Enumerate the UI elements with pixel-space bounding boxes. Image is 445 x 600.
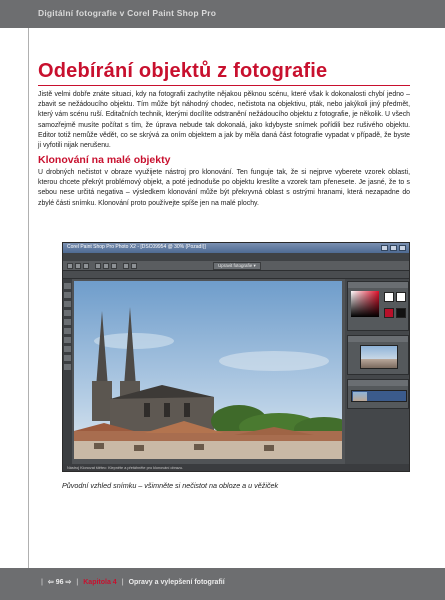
toolbar-icon bbox=[123, 263, 129, 269]
toolbar-icon bbox=[67, 263, 73, 269]
minimize-icon bbox=[381, 245, 388, 251]
app-side-panels bbox=[345, 279, 409, 465]
cathedral-photo bbox=[74, 281, 342, 459]
toolbar-icon bbox=[95, 263, 101, 269]
page-number: 96 bbox=[55, 579, 64, 586]
footer-bar: | ⇦ 96 ⇨ | Kapitola 4 | Opravy a vylepše… bbox=[41, 579, 225, 586]
tool-icon bbox=[64, 328, 71, 334]
overview-thumbnail bbox=[360, 345, 398, 369]
layers-panel bbox=[347, 379, 409, 409]
section-paragraph: U drobných nečistot v obraze využijete n… bbox=[38, 169, 410, 207]
materials-panel bbox=[347, 281, 409, 331]
tool-icon bbox=[64, 346, 71, 352]
app-menubar bbox=[63, 253, 409, 261]
close-icon bbox=[399, 245, 406, 251]
color-swatch bbox=[384, 308, 394, 318]
app-statusbar: Nástroj Klonovat štětec: Klepněte a přet… bbox=[63, 464, 409, 471]
tool-icon bbox=[64, 337, 71, 343]
cathedral-photo-illustration bbox=[74, 281, 342, 459]
foreground-swatch bbox=[384, 292, 394, 302]
app-options-bar bbox=[63, 271, 409, 279]
prev-page-icon: ⇦ bbox=[47, 579, 54, 586]
tool-icon bbox=[64, 283, 71, 289]
app-status-text: Nástroj Klonovat štětec: Klepněte a přet… bbox=[67, 466, 184, 470]
heading-rule bbox=[38, 85, 410, 86]
footer-chapter-label: Kapitola 4 bbox=[83, 579, 117, 586]
tool-icon bbox=[64, 292, 71, 298]
intro-paragraph: Jistě velmi dobře znáte situaci, kdy na … bbox=[38, 91, 410, 150]
color-picker-gradient bbox=[351, 291, 379, 317]
maximize-icon bbox=[390, 245, 397, 251]
layer-row bbox=[351, 390, 407, 402]
next-page-icon: ⇨ bbox=[65, 579, 72, 586]
tool-icon bbox=[64, 364, 71, 370]
chapter-heading: Odebírání objektů z fotografie bbox=[38, 60, 328, 82]
color-swatch bbox=[396, 308, 406, 318]
app-titlebar: Corel Paint Shop Pro Photo X2 - [DSC0995… bbox=[63, 243, 409, 253]
section-heading: Klonování na malé objekty bbox=[38, 154, 171, 166]
toolbar-icon bbox=[131, 263, 137, 269]
tool-icon bbox=[64, 355, 71, 361]
toolbar-icon bbox=[83, 263, 89, 269]
footer-chapter-title: Opravy a vylepšení fotografií bbox=[128, 579, 225, 586]
toolbar-icon bbox=[103, 263, 109, 269]
footer-band: | ⇦ 96 ⇨ | Kapitola 4 | Opravy a vylepše… bbox=[0, 568, 445, 600]
tool-icon bbox=[64, 319, 71, 325]
background-swatch bbox=[396, 292, 406, 302]
overview-panel bbox=[347, 335, 409, 375]
tool-icon bbox=[64, 310, 71, 316]
toolbar-icon bbox=[111, 263, 117, 269]
figure-caption: Původní vzhled snímku – všimněte si neči… bbox=[62, 481, 279, 490]
page-edge-line bbox=[28, 28, 29, 568]
workspace-button: Upravit fotografie ▾ bbox=[213, 262, 261, 270]
header-band: Digitální fotografie v Corel Paint Shop … bbox=[0, 0, 445, 28]
app-tool-palette bbox=[63, 279, 72, 465]
running-title: Digitální fotografie v Corel Paint Shop … bbox=[38, 8, 217, 18]
tool-icon bbox=[64, 301, 71, 307]
app-toolbar: Upravit fotografie ▾ bbox=[63, 261, 409, 271]
toolbar-icon bbox=[75, 263, 81, 269]
paint-shop-pro-screenshot: Corel Paint Shop Pro Photo X2 - [DSC0995… bbox=[62, 242, 410, 472]
app-window-title: Corel Paint Shop Pro Photo X2 - [DSC0995… bbox=[67, 244, 206, 250]
